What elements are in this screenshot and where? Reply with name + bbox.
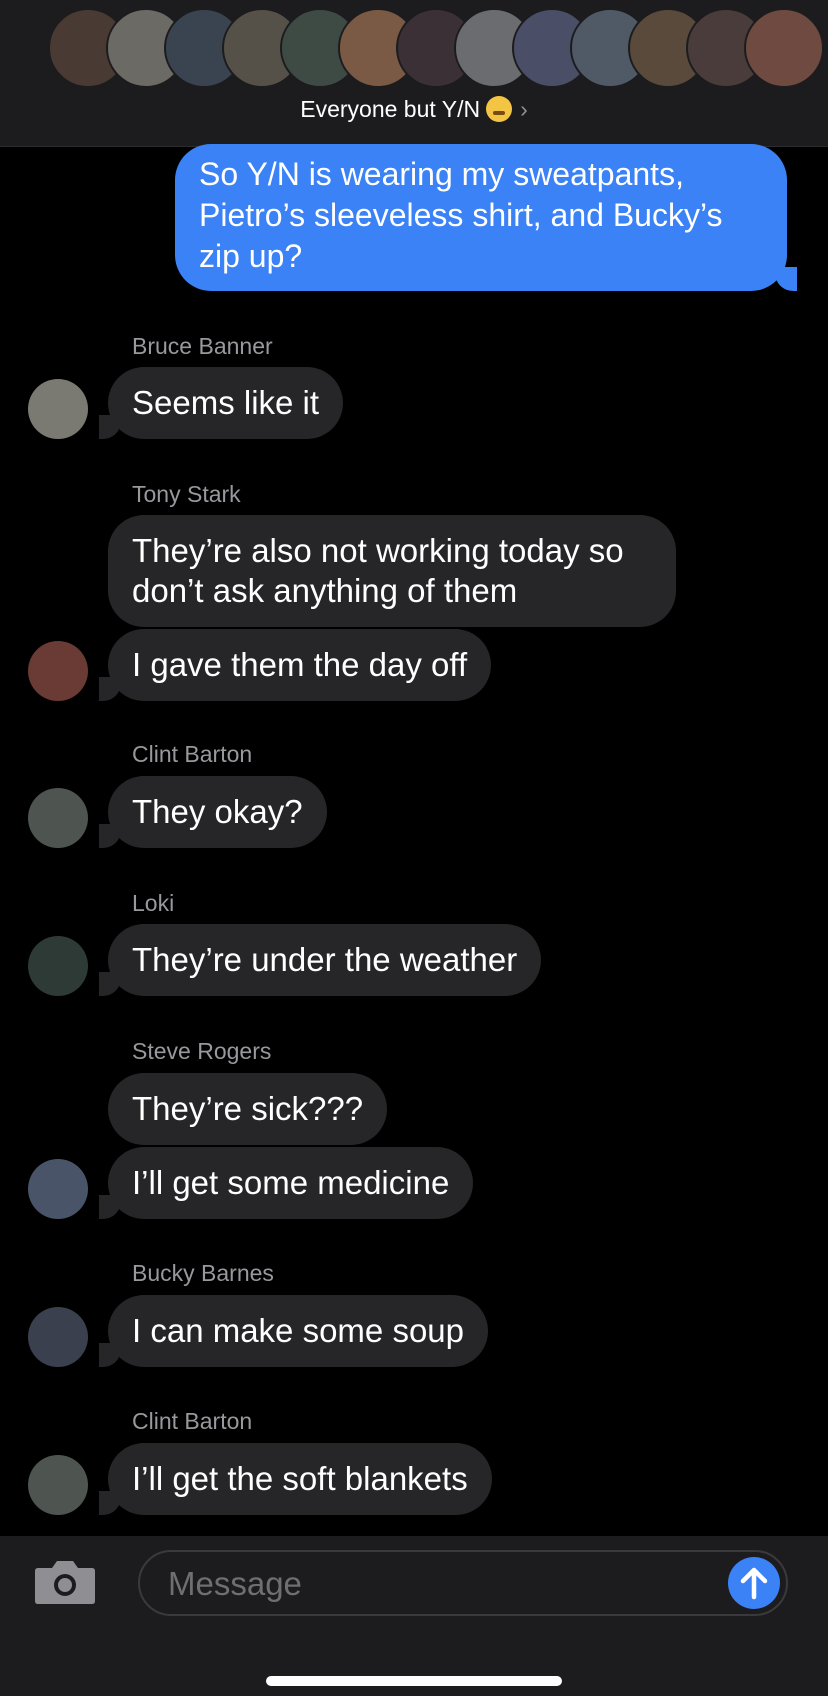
group-name: Everyone but Y/N bbox=[300, 96, 481, 122]
composer-bar bbox=[0, 1536, 828, 1696]
sender-name: Steve Rogers bbox=[132, 1038, 272, 1064]
sent-message-bubble[interactable]: So Y/N is wearing my sweatpants, Pietro’… bbox=[175, 144, 797, 291]
shushing-face-icon bbox=[486, 96, 513, 122]
avatar[interactable] bbox=[28, 641, 88, 701]
avatar[interactable] bbox=[28, 1455, 88, 1515]
send-button[interactable] bbox=[728, 1557, 780, 1609]
home-indicator[interactable] bbox=[266, 1676, 562, 1686]
sender-name: Clint Barton bbox=[132, 1408, 253, 1434]
received-message-bubble[interactable]: They’re sick??? bbox=[108, 1073, 388, 1145]
conversation-header: Everyone but Y/N › bbox=[0, 0, 828, 147]
received-message-bubble[interactable]: I can make some soup bbox=[99, 1295, 488, 1367]
received-message-bubble[interactable]: They okay? bbox=[99, 776, 327, 848]
sender-name: Tony Stark bbox=[132, 481, 241, 507]
avatar[interactable] bbox=[28, 936, 88, 996]
chevron-right-icon: › bbox=[520, 96, 528, 122]
avatar[interactable] bbox=[28, 788, 88, 848]
group-name-button[interactable]: Everyone but Y/N › bbox=[0, 96, 828, 123]
sender-name: Bruce Banner bbox=[132, 333, 273, 359]
avatar[interactable] bbox=[28, 1307, 88, 1367]
message-input[interactable] bbox=[166, 1552, 690, 1616]
received-message-bubble[interactable]: I’ll get the soft blankets bbox=[99, 1443, 492, 1515]
avatar[interactable] bbox=[28, 379, 88, 439]
received-message-bubble[interactable]: I’ll get some medicine bbox=[98, 1147, 474, 1219]
sender-name: Clint Barton bbox=[132, 741, 253, 767]
member-avatar bbox=[744, 8, 824, 88]
camera-icon[interactable] bbox=[34, 1558, 96, 1604]
received-message-bubble[interactable]: Seems like it bbox=[98, 367, 344, 439]
received-message-bubble[interactable]: I gave them the day off bbox=[98, 629, 492, 701]
avatar[interactable] bbox=[28, 1159, 88, 1219]
sender-name: Bucky Barnes bbox=[132, 1260, 274, 1286]
received-message-bubble[interactable]: They’re also not working today so don’t … bbox=[108, 515, 676, 627]
sender-name: Loki bbox=[132, 890, 175, 916]
arrow-up-icon bbox=[740, 1567, 768, 1600]
received-message-bubble[interactable]: They’re under the weather bbox=[98, 924, 542, 996]
message-field[interactable] bbox=[138, 1550, 788, 1616]
group-avatars[interactable] bbox=[48, 8, 828, 88]
